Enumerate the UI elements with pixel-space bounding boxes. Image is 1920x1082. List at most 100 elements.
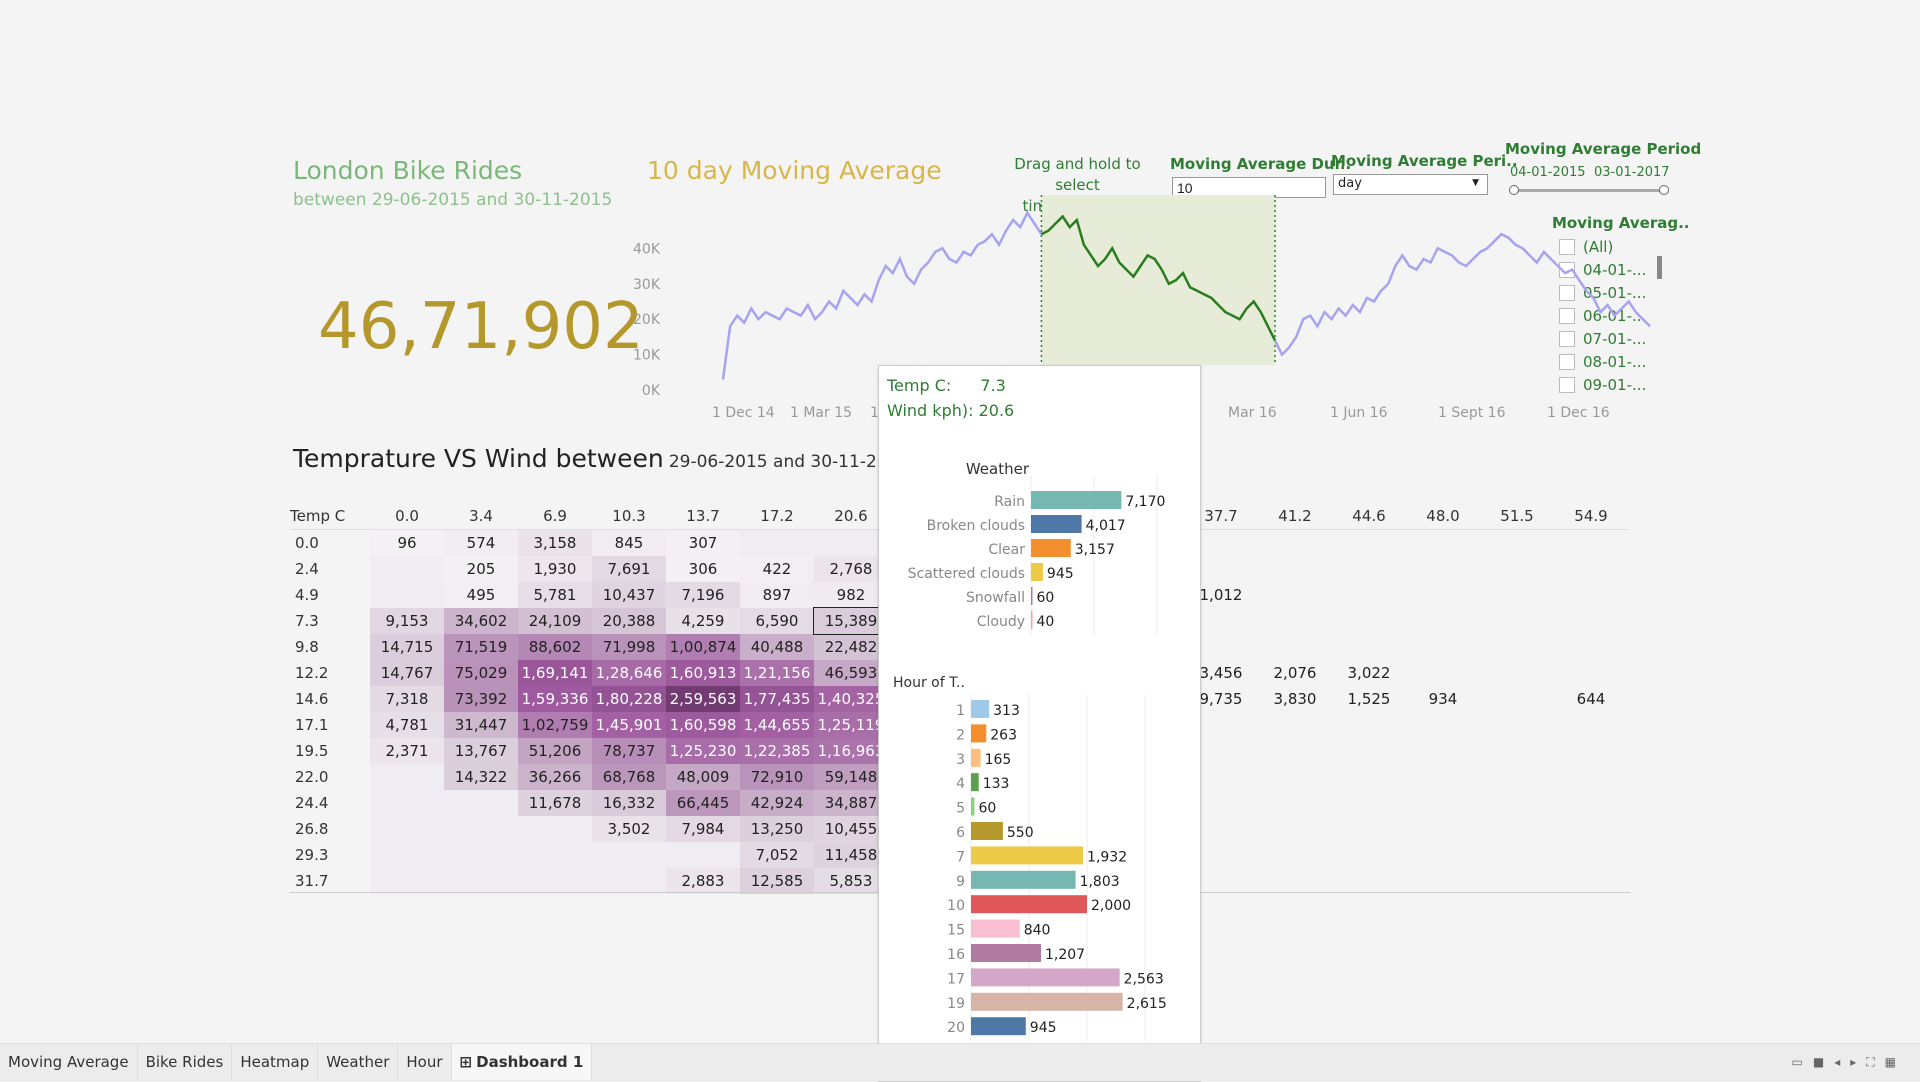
tab-heatmap[interactable]: Heatmap: [232, 1044, 319, 1080]
heatmap-cell[interactable]: 7,691: [592, 556, 666, 582]
range-slider-end-handle[interactable]: [1659, 185, 1669, 195]
heatmap-cell[interactable]: [1480, 582, 1554, 608]
heatmap-cell[interactable]: [1480, 842, 1554, 868]
heatmap-cell[interactable]: [370, 556, 444, 582]
heatmap-cell[interactable]: 5,781: [518, 582, 592, 608]
heatmap-cell[interactable]: 14,322: [444, 764, 518, 790]
tab-bike-rides[interactable]: Bike Rides: [138, 1044, 233, 1080]
heatmap-cell[interactable]: 3,830: [1258, 686, 1332, 712]
heatmap-cell[interactable]: [1480, 738, 1554, 764]
heatmap-cell[interactable]: 5,853: [814, 868, 888, 894]
heatmap-cell[interactable]: 16,332: [592, 790, 666, 816]
heatmap-cell[interactable]: [1554, 868, 1628, 894]
heatmap-cell[interactable]: [1332, 634, 1406, 660]
heatmap-cell[interactable]: 1,00,874: [666, 634, 740, 660]
range-slider-track[interactable]: [1513, 189, 1665, 192]
heatmap-cell[interactable]: 7,052: [740, 842, 814, 868]
heatmap-cell[interactable]: [444, 842, 518, 868]
heatmap-cell[interactable]: 46,593: [814, 660, 888, 686]
heatmap-cell[interactable]: 4,781: [370, 712, 444, 738]
heatmap-cell[interactable]: [1554, 530, 1628, 557]
heatmap-cell[interactable]: 20,388: [592, 608, 666, 634]
heatmap-cell[interactable]: [370, 582, 444, 608]
heatmap-cell[interactable]: [1480, 608, 1554, 634]
heatmap-cell[interactable]: [1332, 868, 1406, 894]
heatmap-cell[interactable]: 78,737: [592, 738, 666, 764]
heatmap-cell[interactable]: [1480, 530, 1554, 557]
heatmap-cell[interactable]: 2,59,563: [666, 686, 740, 712]
heatmap-cell[interactable]: 3,158: [518, 529, 592, 556]
heatmap-cell[interactable]: [518, 842, 592, 868]
heatmap-cell[interactable]: 42,924: [740, 790, 814, 816]
heatmap-cell[interactable]: [1406, 738, 1480, 764]
heatmap-cell[interactable]: 306: [666, 556, 740, 582]
heatmap-cell[interactable]: 31,447: [444, 712, 518, 738]
heatmap-cell[interactable]: [1480, 790, 1554, 816]
heatmap-cell[interactable]: [592, 868, 666, 894]
heatmap-cell[interactable]: 9,153: [370, 608, 444, 634]
heatmap-cell[interactable]: [1406, 556, 1480, 582]
heatmap-cell[interactable]: 1,40,325: [814, 686, 888, 712]
heatmap-cell[interactable]: 574: [444, 529, 518, 556]
heatmap-cell[interactable]: 495: [444, 582, 518, 608]
heatmap-cell[interactable]: 307: [666, 529, 740, 556]
heatmap-cell[interactable]: [814, 529, 888, 556]
heatmap-cell[interactable]: [370, 790, 444, 816]
heatmap-cell[interactable]: 68,768: [592, 764, 666, 790]
heatmap-cell[interactable]: [1332, 738, 1406, 764]
heatmap-cell[interactable]: 1,16,963: [814, 738, 888, 764]
heatmap-cell[interactable]: [1406, 790, 1480, 816]
heatmap-cell[interactable]: 24,109: [518, 608, 592, 634]
heatmap-cell[interactable]: [1258, 530, 1332, 557]
heatmap-cell[interactable]: 1,44,655: [740, 712, 814, 738]
heatmap-cell[interactable]: [1480, 868, 1554, 894]
heatmap-cell[interactable]: [1258, 738, 1332, 764]
heatmap-cell[interactable]: 3,502: [592, 816, 666, 842]
heatmap-cell[interactable]: [1258, 868, 1332, 894]
heatmap-cell[interactable]: [1554, 842, 1628, 868]
heatmap-cell[interactable]: 422: [740, 556, 814, 582]
heatmap-cell[interactable]: 75,029: [444, 660, 518, 686]
heatmap-cell[interactable]: 36,266: [518, 764, 592, 790]
heatmap-cell[interactable]: 845: [592, 529, 666, 556]
heatmap-cell[interactable]: 1,25,119: [814, 712, 888, 738]
tab-navigation-icons[interactable]: ▭■◂▸⛶▦: [1792, 1055, 1906, 1070]
heatmap-cell[interactable]: [1480, 686, 1554, 712]
heatmap-cell[interactable]: [1332, 764, 1406, 790]
heatmap-cell[interactable]: [1258, 842, 1332, 868]
heatmap-cell[interactable]: 2,371: [370, 738, 444, 764]
heatmap-cell[interactable]: 1,77,435: [740, 686, 814, 712]
heatmap-cell[interactable]: 66,445: [666, 790, 740, 816]
heatmap-cell[interactable]: 88,602: [518, 634, 592, 660]
heatmap-cell[interactable]: [1332, 582, 1406, 608]
heatmap-cell[interactable]: 59,148: [814, 764, 888, 790]
range-slider-start-handle[interactable]: [1509, 185, 1519, 195]
heatmap-cell[interactable]: 22,482: [814, 634, 888, 660]
heatmap-cell[interactable]: 1,28,646: [592, 660, 666, 686]
heatmap-cell[interactable]: [1480, 660, 1554, 686]
heatmap-cell[interactable]: 34,602: [444, 608, 518, 634]
heatmap-cell[interactable]: [1480, 634, 1554, 660]
heatmap-cell[interactable]: 11,458: [814, 842, 888, 868]
heatmap-cell[interactable]: [444, 816, 518, 842]
heatmap-cell[interactable]: [1332, 816, 1406, 842]
heatmap-cell[interactable]: 13,767: [444, 738, 518, 764]
heatmap-cell[interactable]: 1,22,385: [740, 738, 814, 764]
heatmap-cell[interactable]: 1,525: [1332, 686, 1406, 712]
heatmap-cell[interactable]: 3,022: [1332, 660, 1406, 686]
heatmap-cell[interactable]: 6,590: [740, 608, 814, 634]
heatmap-cell[interactable]: [1480, 712, 1554, 738]
heatmap-cell[interactable]: 14,715: [370, 634, 444, 660]
heatmap-cell[interactable]: [1554, 608, 1628, 634]
heatmap-cell[interactable]: [666, 842, 740, 868]
heatmap-cell[interactable]: [1554, 816, 1628, 842]
heatmap-cell[interactable]: [1554, 764, 1628, 790]
heatmap-cell[interactable]: 14,767: [370, 660, 444, 686]
heatmap-cell[interactable]: 2,883: [666, 868, 740, 894]
heatmap-cell[interactable]: [1554, 738, 1628, 764]
heatmap-cell[interactable]: 205: [444, 556, 518, 582]
heatmap-cell[interactable]: [370, 764, 444, 790]
heatmap-cell[interactable]: 1,80,228: [592, 686, 666, 712]
heatmap-cell[interactable]: 934: [1406, 686, 1480, 712]
heatmap-cell[interactable]: 1,930: [518, 556, 592, 582]
